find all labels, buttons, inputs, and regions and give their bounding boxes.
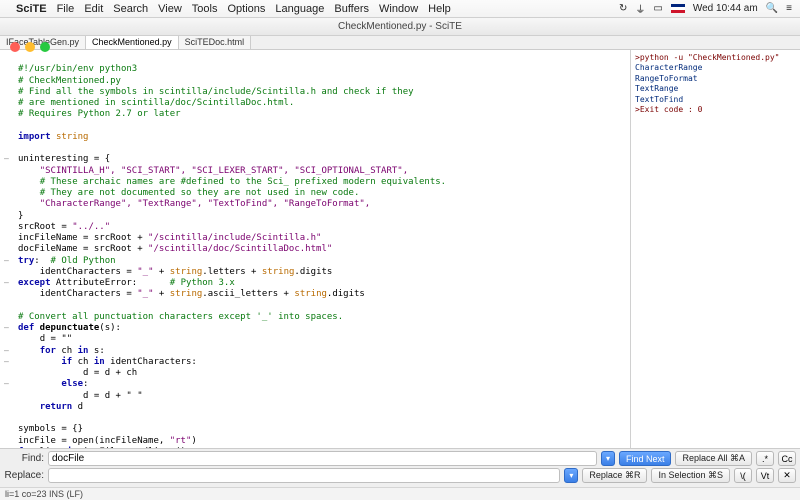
find-next-button[interactable]: Find Next (619, 451, 672, 466)
find-replace-bar: Find: ▾ Find Next Replace All ⌘A .* Cc R… (0, 448, 800, 487)
in-selection-button[interactable]: In Selection ⌘S (651, 468, 730, 483)
status-text: li=1 co=23 INS (LF) (5, 489, 83, 499)
output-line: TextRange (635, 84, 796, 94)
fold-marker[interactable]: – (4, 154, 9, 164)
output-line: RangeToFormat (635, 74, 796, 84)
window-titlebar: CheckMentioned.py - SciTE (0, 18, 800, 36)
fold-marker[interactable]: – (4, 346, 9, 356)
output-pane[interactable]: >python -u "CheckMentioned.py" Character… (630, 50, 800, 448)
find-input[interactable] (48, 451, 597, 466)
menu-view[interactable]: View (158, 3, 182, 15)
menu-search[interactable]: Search (113, 3, 148, 15)
sync-icon[interactable]: ↻ (619, 3, 627, 14)
menu-help[interactable]: Help (428, 3, 451, 15)
tab-checkmentioned[interactable]: CheckMentioned.py (86, 36, 179, 49)
menu-language[interactable]: Language (275, 3, 324, 15)
status-bar: li=1 co=23 INS (LF) (0, 487, 800, 500)
find-label: Find: (4, 453, 44, 464)
case-toggle[interactable]: Cc (778, 451, 796, 466)
regex-toggle[interactable]: .* (756, 451, 774, 466)
app-name[interactable]: SciTE (16, 3, 47, 15)
spotlight-icon[interactable]: 🔍 (766, 3, 778, 14)
clock[interactable]: Wed 10:44 am (693, 3, 758, 14)
replace-input[interactable] (48, 468, 560, 483)
fold-marker[interactable]: – (4, 256, 9, 266)
minimize-window-button[interactable] (25, 42, 35, 52)
fold-marker[interactable]: – (4, 357, 9, 367)
file-tabs: IFaceTableGen.py CheckMentioned.py SciTE… (0, 36, 800, 50)
fold-marker[interactable]: – (4, 447, 9, 448)
macos-menubar: SciTE File Edit Search View Tools Option… (0, 0, 800, 18)
menu-window[interactable]: Window (379, 3, 418, 15)
output-line: CharacterRange (635, 63, 796, 73)
wifi-icon[interactable]: ⏚ (635, 1, 645, 16)
code-editor[interactable]: #!/usr/bin/env python3 # CheckMentioned.… (0, 50, 630, 448)
menu-file[interactable]: File (57, 3, 75, 15)
close-findbar-button[interactable]: ✕ (778, 468, 796, 483)
menu-edit[interactable]: Edit (84, 3, 103, 15)
menu-buffers[interactable]: Buffers (334, 3, 369, 15)
menu-extra-icon[interactable]: ≡ (786, 3, 792, 14)
menu-tools[interactable]: Tools (192, 3, 218, 15)
output-exit: >Exit code : 0 (635, 105, 796, 115)
battery-icon[interactable]: ▭ (653, 3, 662, 14)
flag-icon[interactable] (671, 4, 685, 13)
fold-marker[interactable]: – (4, 278, 9, 288)
zoom-window-button[interactable] (40, 42, 50, 52)
wrap-toggle[interactable]: Vt (756, 468, 774, 483)
window-title: CheckMentioned.py - SciTE (338, 21, 462, 32)
output-line: TextToFind (635, 95, 796, 105)
close-window-button[interactable] (10, 42, 20, 52)
replace-button[interactable]: Replace ⌘R (582, 468, 647, 483)
replace-all-button[interactable]: Replace All ⌘A (675, 451, 752, 466)
replace-history-dropdown[interactable]: ▾ (564, 468, 578, 483)
find-history-dropdown[interactable]: ▾ (601, 451, 615, 466)
output-command: >python -u "CheckMentioned.py" (635, 53, 796, 63)
fold-marker[interactable]: – (4, 323, 9, 333)
replace-label: Replace: (4, 470, 44, 481)
main-area: #!/usr/bin/env python3 # CheckMentioned.… (0, 50, 800, 448)
menu-options[interactable]: Options (227, 3, 265, 15)
tab-scitedoc[interactable]: SciTEDoc.html (179, 36, 252, 49)
escape-toggle[interactable]: \( (734, 468, 752, 483)
fold-marker[interactable]: – (4, 379, 9, 389)
